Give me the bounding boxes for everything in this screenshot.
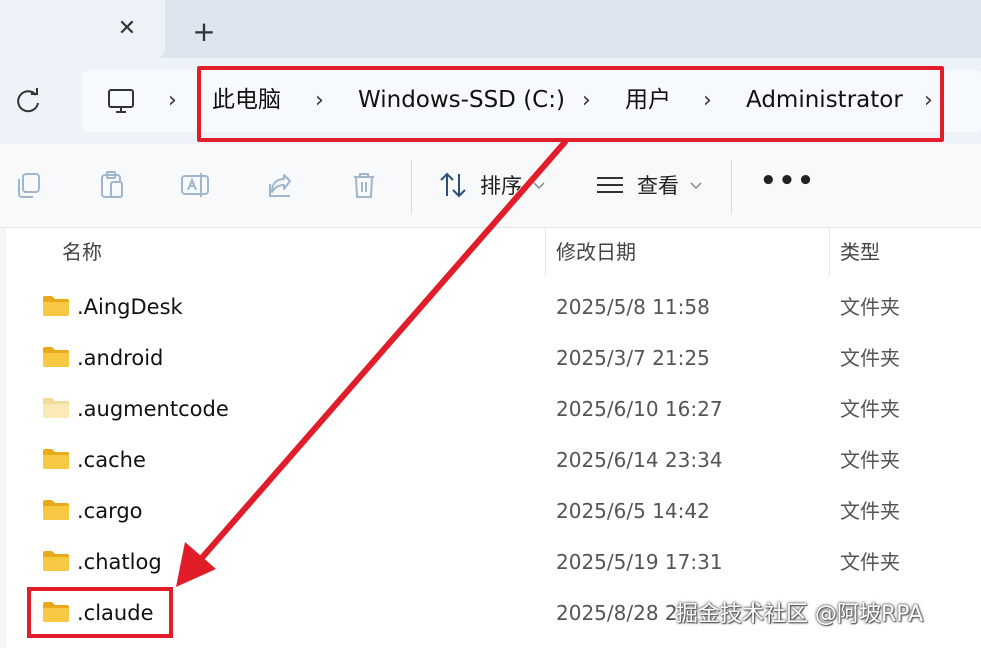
toolbar-divider xyxy=(411,160,412,214)
file-row-android[interactable]: .android 2025/3/7 21:25 文件夹 xyxy=(0,334,981,385)
file-name: .chatlog xyxy=(77,550,162,574)
folder-icon xyxy=(43,347,69,367)
file-modified-date: 2025/5/19 17:31 xyxy=(556,550,723,574)
column-header-type[interactable]: 类型 xyxy=(840,238,880,266)
more-icon[interactable]: ••• xyxy=(760,166,816,196)
sort-button[interactable]: 排序 xyxy=(480,172,522,200)
file-modified-date: 2025/6/14 23:34 xyxy=(556,448,723,472)
share-icon[interactable] xyxy=(266,170,296,200)
watermark-text: 掘金技术社区 @阿坡RPA xyxy=(676,602,924,627)
tab-current[interactable]: ✕ xyxy=(0,0,165,58)
close-tab-icon[interactable]: ✕ xyxy=(116,18,138,40)
new-tab-icon[interactable]: + xyxy=(192,18,216,46)
folder-icon xyxy=(43,551,69,571)
file-row-aingdesk[interactable]: .AingDesk 2025/5/8 11:58 文件夹 xyxy=(0,283,981,334)
toolbar-divider xyxy=(731,160,732,214)
folder-icon xyxy=(43,296,69,316)
column-header-name[interactable]: 名称 xyxy=(62,238,102,266)
file-type: 文件夹 xyxy=(840,550,900,574)
file-modified-date: 2025/6/5 14:42 xyxy=(556,499,710,523)
file-name: .cache xyxy=(77,448,146,472)
file-type: 文件夹 xyxy=(840,397,900,421)
sort-icon[interactable] xyxy=(438,170,468,200)
file-row-cache[interactable]: .cache 2025/6/14 23:34 文件夹 xyxy=(0,436,981,487)
this-pc-icon[interactable] xyxy=(106,86,136,116)
folder-icon xyxy=(43,398,69,418)
file-type: 文件夹 xyxy=(840,499,900,523)
file-row-augmentcode[interactable]: .augmentcode 2025/6/10 16:27 文件夹 xyxy=(0,385,981,436)
view-icon[interactable] xyxy=(595,170,625,200)
folder-icon xyxy=(43,449,69,469)
copy-icon[interactable] xyxy=(14,170,44,200)
claude-highlight-box xyxy=(27,587,173,638)
breadcrumb-separator[interactable]: › xyxy=(168,88,177,114)
paste-icon[interactable] xyxy=(97,170,127,200)
column-divider[interactable] xyxy=(545,228,546,276)
rename-icon[interactable] xyxy=(180,170,210,200)
view-button[interactable]: 查看 xyxy=(637,172,679,200)
file-modified-date: 2025/8/28 2 xyxy=(556,601,678,625)
file-name: .augmentcode xyxy=(77,397,229,421)
refresh-icon[interactable] xyxy=(14,86,44,116)
folder-icon xyxy=(43,500,69,520)
chevron-down-icon[interactable] xyxy=(533,182,545,190)
delete-icon[interactable] xyxy=(349,170,379,200)
file-name: .cargo xyxy=(77,499,143,523)
column-header-date[interactable]: 修改日期 xyxy=(556,238,636,266)
file-name: .AingDesk xyxy=(77,295,183,319)
file-type: 文件夹 xyxy=(840,448,900,472)
command-bar: 排序 查看 ••• xyxy=(0,144,981,228)
chevron-down-icon[interactable] xyxy=(690,182,702,190)
address-highlight-box xyxy=(197,66,944,142)
file-row-chatlog[interactable]: .chatlog 2025/5/19 17:31 文件夹 xyxy=(0,538,981,589)
file-modified-date: 2025/3/7 21:25 xyxy=(556,346,710,370)
file-type: 文件夹 xyxy=(840,346,900,370)
file-type: 文件夹 xyxy=(840,295,900,319)
file-modified-date: 2025/5/8 11:58 xyxy=(556,295,710,319)
file-name: .android xyxy=(77,346,164,370)
file-modified-date: 2025/6/10 16:27 xyxy=(556,397,723,421)
tab-strip: ✕ + xyxy=(0,0,981,58)
column-divider[interactable] xyxy=(829,228,830,276)
file-row-cargo[interactable]: .cargo 2025/6/5 14:42 文件夹 xyxy=(0,487,981,538)
